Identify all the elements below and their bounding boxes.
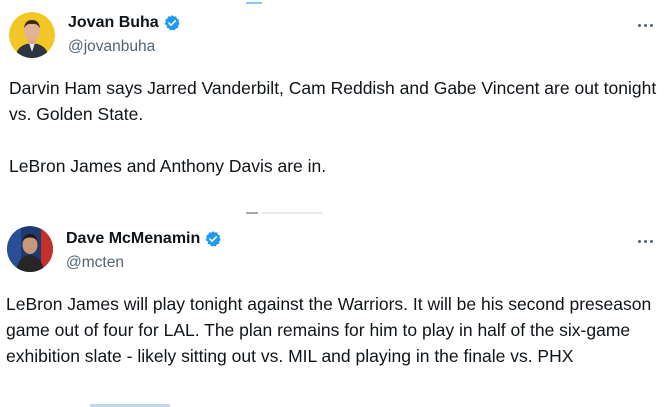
- tweet-paragraph: LeBron James and Anthony Davis are in.: [9, 156, 327, 176]
- author-display-name[interactable]: Dave McMenamin: [66, 229, 200, 249]
- avatar[interactable]: [7, 226, 53, 272]
- author-handle[interactable]: @mcten: [66, 253, 124, 273]
- author-name-row[interactable]: Jovan Buha: [68, 13, 181, 33]
- more-options-icon[interactable]: [634, 232, 656, 250]
- tweet-paragraph: Darvin Ham says Jarred Vanderbilt, Cam R…: [9, 78, 657, 124]
- tweet-paragraph: LeBron James will play tonight against t…: [6, 294, 652, 366]
- avatar-image: [7, 226, 53, 272]
- author-name-row[interactable]: Dave McMenamin: [66, 229, 222, 249]
- verified-badge-icon: [163, 14, 181, 32]
- tweet-text: Darvin Ham says Jarred Vanderbilt, Cam R…: [9, 75, 659, 179]
- avatar[interactable]: [9, 12, 55, 58]
- more-options-icon[interactable]: [634, 16, 656, 34]
- verified-badge-icon: [204, 230, 222, 248]
- tweet-card-jovan-buha[interactable]: Jovan Buha @jovanbuha Darvin Ham says Ja…: [0, 0, 668, 214]
- author-display-name[interactable]: Jovan Buha: [68, 13, 159, 33]
- tweet-text: LeBron James will play tonight against t…: [6, 291, 661, 369]
- cropped-edge-artifact: [246, 2, 262, 4]
- avatar-image: [9, 12, 55, 58]
- author-handle[interactable]: @jovanbuha: [68, 37, 155, 57]
